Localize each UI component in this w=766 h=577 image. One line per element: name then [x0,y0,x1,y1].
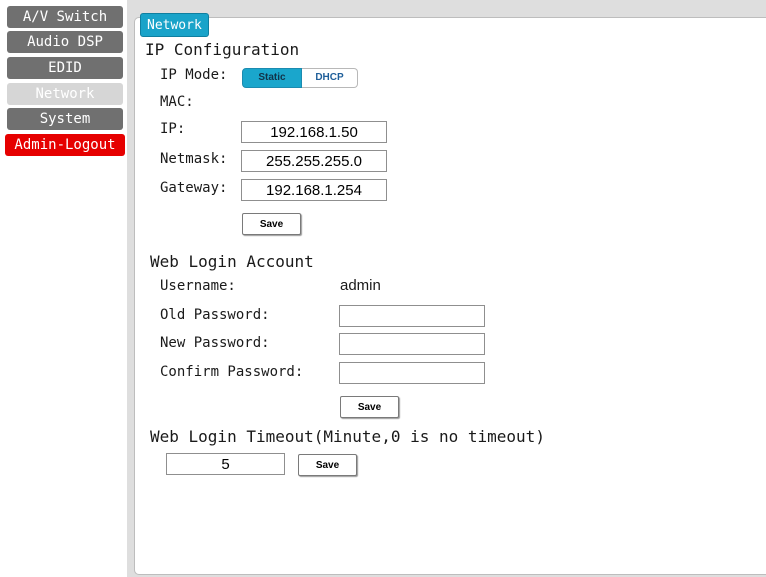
gateway-input[interactable] [241,179,387,201]
gateway-label: Gateway: [160,180,228,196]
nav-item-edid[interactable]: EDID [7,57,123,79]
new-password-input[interactable] [339,333,485,355]
ip-address-input[interactable] [241,121,387,143]
netmask-label: Netmask: [160,151,228,167]
nav-item-av-switch[interactable]: A/V Switch [7,6,123,28]
web-login-account-heading: Web Login Account [150,252,314,271]
nav-item-system[interactable]: System [7,108,123,130]
nav-item-audio-dsp[interactable]: Audio DSP [7,31,123,53]
nav-item-network[interactable]: Network [7,83,123,105]
old-password-label: Old Password: [160,307,270,323]
ip-mode-static-button[interactable]: Static [242,68,302,88]
ip-save-button[interactable]: Save [242,213,301,235]
ip-mode-dhcp-button[interactable]: DHCP [302,68,358,88]
nav-item-admin-logout[interactable]: Admin-Logout [5,134,125,156]
timeout-save-button[interactable]: Save [298,454,357,476]
confirm-password-input[interactable] [339,362,485,384]
new-password-label: New Password: [160,335,270,351]
username-label: Username: [160,278,236,294]
mac-label: MAC: [160,94,194,110]
old-password-input[interactable] [339,305,485,327]
ip-mode-label: IP Mode: [160,67,228,83]
username-value: admin [340,277,381,294]
web-login-timeout-heading: Web Login Timeout(Minute,0 is no timeout… [150,427,545,446]
sidebar-nav: A/V Switch Audio DSP EDID Network System… [0,0,127,577]
confirm-password-label: Confirm Password: [160,364,304,380]
netmask-input[interactable] [241,150,387,172]
ip-configuration-heading: IP Configuration [145,40,300,59]
timeout-input[interactable] [166,453,285,475]
network-panel [134,17,766,575]
web-login-save-button[interactable]: Save [340,396,399,418]
tab-network[interactable]: Network [140,13,209,37]
ip-label: IP: [160,121,186,137]
